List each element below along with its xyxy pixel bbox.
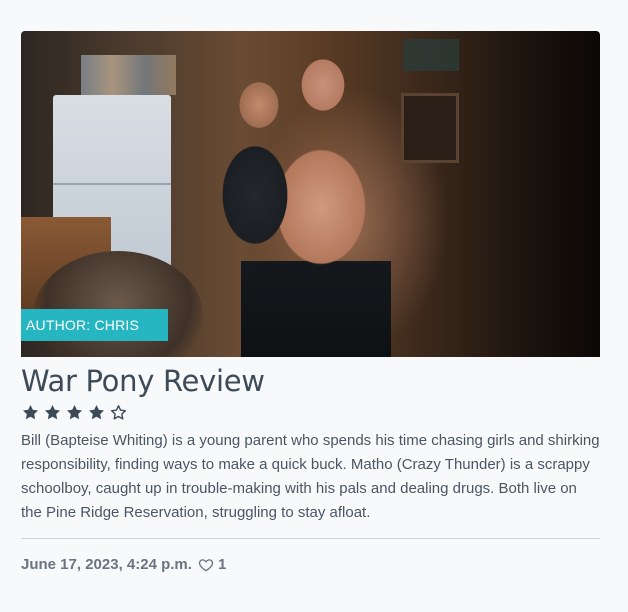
post-card: AUTHOR: CHRIS War Pony Review Bill (Bapt… — [21, 31, 600, 573]
post-description: Bill (Bapteise Whiting) is a young paren… — [21, 432, 600, 521]
star-filled-icon — [21, 403, 40, 425]
image-shelf — [81, 55, 176, 95]
star-filled-icon — [43, 403, 62, 425]
star-filled-icon — [87, 403, 106, 425]
heart-icon[interactable] — [198, 557, 214, 573]
post-meta: June 17, 2023, 4:24 p.m. 1 — [21, 556, 600, 573]
star-filled-icon — [65, 403, 84, 425]
post-date: June 17, 2023, 4:24 p.m. — [21, 556, 192, 573]
image-picture-frame — [401, 93, 459, 163]
author-badge[interactable]: AUTHOR: CHRIS — [21, 309, 169, 341]
image-wall-sign — [403, 39, 459, 71]
star-rating — [21, 403, 600, 425]
like-count: 1 — [217, 556, 227, 573]
star-outline-icon — [109, 403, 128, 425]
image-child-figure — [211, 75, 306, 285]
post-image[interactable]: AUTHOR: CHRIS — [21, 31, 600, 357]
post-title[interactable]: War Pony Review — [21, 363, 600, 399]
divider — [21, 538, 600, 539]
